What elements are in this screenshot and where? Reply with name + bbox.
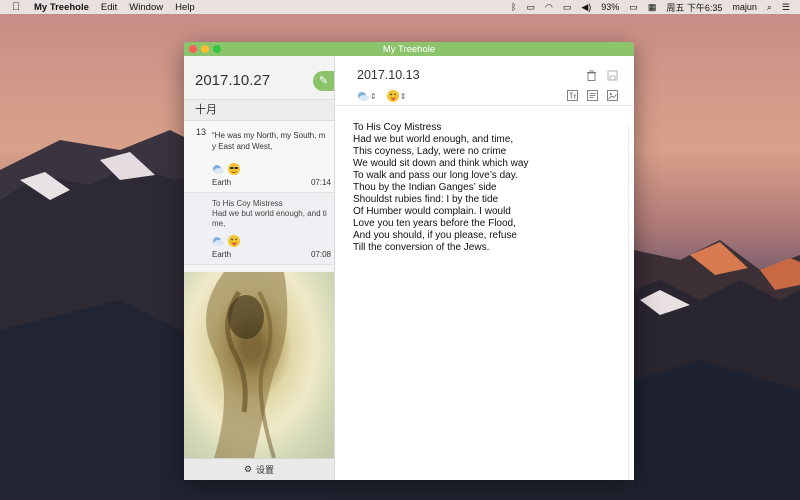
entry-time: 07:14 [310, 178, 331, 187]
insert-image-icon[interactable] [607, 90, 618, 101]
battery-percent[interactable]: 93% [601, 2, 619, 12]
stepper-arrows-icon: ⇕ [370, 91, 377, 101]
entry-actions [586, 70, 618, 81]
airplay-icon[interactable]: ▭ [563, 2, 572, 13]
titlebar[interactable]: My Treehole [184, 42, 634, 56]
volume-icon[interactable]: ◀) [581, 2, 591, 13]
apple-menu-icon[interactable]:  [12, 1, 26, 13]
entry-location: Earth [212, 178, 232, 187]
window-controls [189, 45, 221, 53]
cloud-icon [213, 165, 224, 174]
font-size-icon[interactable] [567, 90, 578, 101]
text-line: To His Coy Mistress [353, 122, 442, 133]
text-line: Of Humber would complain. I would [353, 206, 511, 217]
app-window: My Treehole 2017.10.27 ✎ 十月 13 “He was m… [184, 42, 634, 480]
sunglasses-emoji-icon [228, 163, 240, 175]
text-align-icon[interactable] [587, 90, 598, 101]
text-line: Had we but world enough, and time, [353, 134, 514, 145]
notification-center-icon[interactable]: ☰ [782, 2, 790, 13]
menubar-app-name[interactable]: My Treehole [34, 2, 89, 13]
month-header: 十月 [184, 99, 334, 121]
text-line: To walk and pass our long love’s day. [353, 170, 518, 181]
text-line: We would sit down and think which way [353, 158, 529, 169]
menu-window[interactable]: Window [129, 2, 163, 13]
sidebar-date: 2017.10.27 [195, 72, 271, 89]
text-line: Thou by the Indian Ganges’ side [353, 182, 497, 193]
menubar:  My Treehole Edit Window Help ᛒ ▭ ◠ ▭ ◀… [0, 0, 800, 14]
editor-header: 2017.10.13 ⇕ ⇕ [335, 56, 634, 106]
entry-day: 13 [196, 127, 207, 137]
sidebar-header: 2017.10.27 ✎ [184, 56, 334, 99]
input-source-icon[interactable]: ▦ [648, 2, 657, 13]
text-line: Love you ten years before the Flood, [353, 218, 516, 229]
minimize-button[interactable] [201, 45, 209, 53]
cloud-icon [358, 92, 369, 101]
entry-time: 07:08 [310, 250, 331, 259]
menubar-clock[interactable]: 周五 下午6:35 [666, 1, 722, 14]
new-entry-button[interactable]: ✎ [313, 71, 334, 91]
entry-preview: “He was my North, my South, m y East and… [212, 131, 326, 151]
window-title: My Treehole [382, 43, 436, 55]
scrollbar[interactable] [628, 126, 634, 480]
menu-edit[interactable]: Edit [101, 2, 117, 13]
entry-date: 2017.10.13 [357, 68, 420, 82]
text-line: Shouldst rubies find: I by the tide [353, 194, 499, 205]
trash-icon[interactable] [586, 70, 597, 81]
battery-icon[interactable]: ▭ [629, 2, 638, 13]
zoom-button[interactable] [213, 45, 221, 53]
list-item[interactable]: To His Coy Mistress Had we but world eno… [184, 193, 334, 265]
menubar-user[interactable]: majun [732, 2, 757, 12]
entry-icons [212, 235, 240, 247]
sidebar: 2017.10.27 ✎ 十月 13 “He was my North, my … [184, 56, 335, 480]
settings-label: 设置 [256, 465, 275, 475]
keyboard-icon[interactable]: ▭ [526, 2, 535, 13]
entry-text-area[interactable]: To His Coy Mistress Had we but world eno… [353, 122, 623, 254]
tongue-emoji-icon [228, 235, 240, 247]
mood-weather-pickers: ⇕ ⇕ [357, 90, 406, 102]
cloud-icon [213, 237, 224, 246]
gear-icon: ⚙ [243, 464, 253, 474]
wifi-icon[interactable]: ◠ [545, 2, 553, 13]
status-area: ᛒ ▭ ◠ ▭ ◀) 93% ▭ ▦ 周五 下午6:35 majun ⌕ ☰ [511, 1, 800, 14]
tongue-emoji-icon [386, 90, 399, 102]
text-line: And you should, if you please, refuse [353, 230, 517, 241]
settings-button[interactable]: ⚙ 设置 [184, 458, 334, 480]
entry-preview: To His Coy Mistress Had we but world eno… [212, 199, 327, 228]
stepper-arrows-icon: ⇕ [399, 91, 407, 101]
menu-help[interactable]: Help [175, 2, 195, 13]
spotlight-icon[interactable]: ⌕ [767, 2, 772, 13]
text-line: This coyness, Lady, were no crime [353, 146, 507, 157]
mood-picker[interactable]: ⇕ [386, 90, 407, 102]
list-item[interactable]: 13 “He was my North, my South, m y East … [184, 121, 334, 193]
save-icon[interactable] [607, 70, 618, 81]
entry-location: Earth [212, 250, 232, 259]
tree-artwork-image [206, 272, 288, 459]
sidebar-artwork [184, 272, 334, 459]
weather-picker[interactable]: ⇕ [357, 90, 377, 102]
compose-icon: ✎ [318, 75, 329, 87]
format-toolbar [567, 90, 618, 101]
editor-pane: 2017.10.13 ⇕ ⇕ To His Coy Mistress Had w… [335, 56, 634, 480]
text-line: Till the conversion of the Jews. [353, 242, 490, 253]
bluetooth-icon[interactable]: ᛒ [511, 2, 516, 12]
entry-icons [212, 163, 240, 175]
close-button[interactable] [189, 45, 197, 53]
